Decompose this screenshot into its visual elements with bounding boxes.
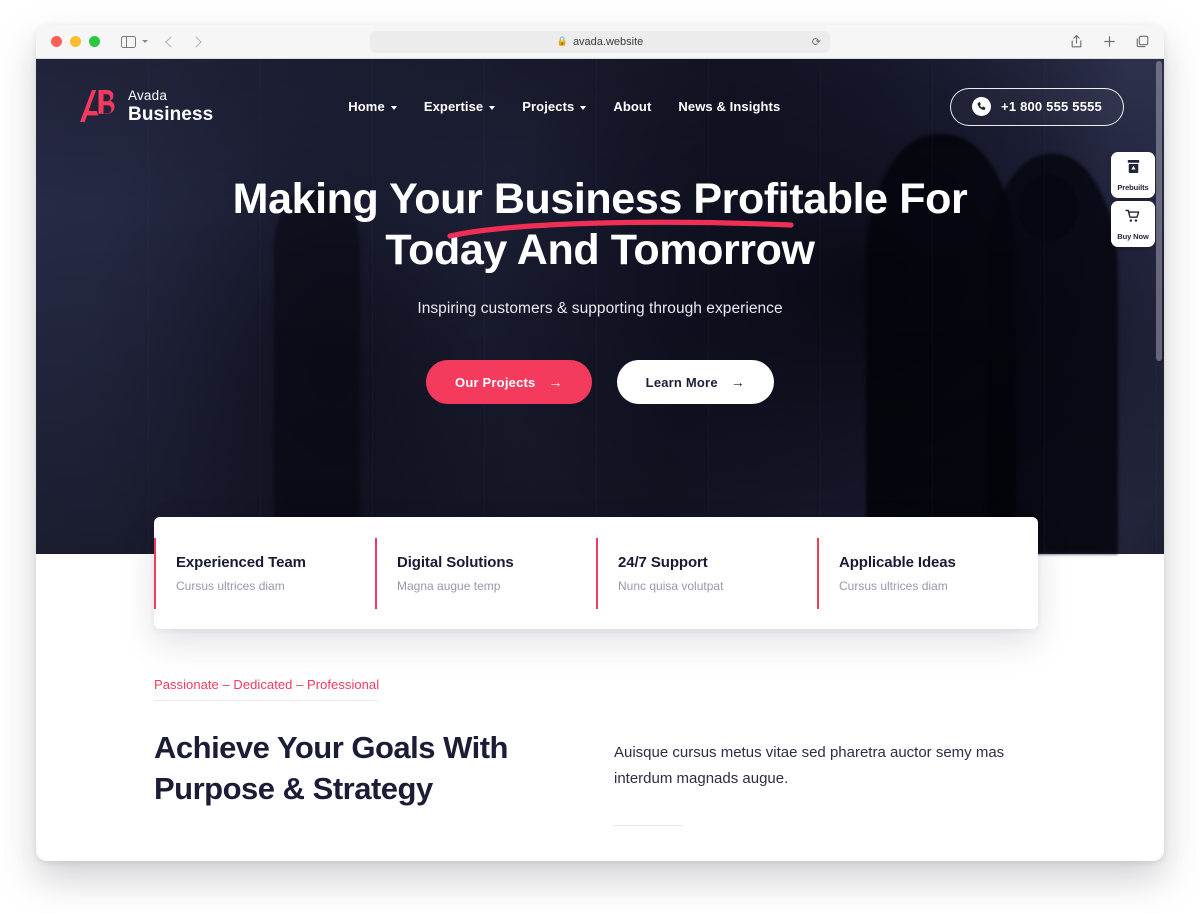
section-paragraph: Auisque cursus metus vitae sed pharetra … <box>614 744 1005 787</box>
feature-title: 24/7 Support <box>618 553 708 571</box>
feature-item-digital-solutions[interactable]: Digital Solutions Magna augue temp <box>375 537 596 609</box>
ab-monogram-icon <box>77 89 117 123</box>
lock-icon: 🔒 <box>556 36 568 46</box>
page-viewport: Avada Business Home Expertise Projects A… <box>36 59 1164 861</box>
plus-icon[interactable] <box>1102 34 1117 49</box>
feature-subtitle: Cursus ultrices diam <box>839 578 948 593</box>
main-navigation: Home Expertise Projects About News & Ins… <box>348 99 780 114</box>
logo-text: Avada Business <box>128 88 213 125</box>
close-window-button[interactable] <box>51 36 62 47</box>
content-right-column: Auisque cursus metus vitae sed pharetra … <box>614 727 1014 826</box>
forward-chevron-icon[interactable] <box>190 35 202 48</box>
arrow-right-icon: → <box>548 374 563 391</box>
buy-now-button[interactable]: Buy Now <box>1111 201 1155 247</box>
nav-item-projects[interactable]: Projects <box>522 99 587 114</box>
back-chevron-icon[interactable] <box>165 35 177 48</box>
feature-card: Experienced Team Cursus ultrices diam Di… <box>154 517 1038 629</box>
url-text: avada.website <box>572 35 644 48</box>
phone-icon <box>972 97 992 116</box>
feature-item-support[interactable]: 24/7 Support Nunc quisa volutpat <box>596 537 817 609</box>
hero-section: Avada Business Home Expertise Projects A… <box>36 59 1164 554</box>
reload-icon[interactable]: ⟳ <box>812 35 821 48</box>
section-title-line-1: Achieve Your Goals With <box>154 730 509 765</box>
buy-now-label: Buy Now <box>1117 231 1149 241</box>
feature-subtitle: Magna augue temp <box>397 578 501 593</box>
prebuilts-box-icon <box>1125 158 1142 180</box>
nav-item-home[interactable]: Home <box>348 99 397 114</box>
sidebar-toggle-button[interactable] <box>121 35 148 48</box>
section-eyebrow: Passionate – Dedicated – Professional <box>154 677 380 701</box>
feature-item-applicable-ideas[interactable]: Applicable Ideas Cursus ultrices diam <box>817 537 1038 609</box>
nav-item-news-insights[interactable]: News & Insights <box>678 99 780 114</box>
nav-label: Home <box>348 99 385 114</box>
zoom-window-button[interactable] <box>89 36 100 47</box>
traffic-lights <box>51 36 100 47</box>
phone-number-label: +1 800 555 5555 <box>1001 99 1102 114</box>
browser-window: 🔒 avada.website ⟳ Avada Business Home Ex… <box>36 25 1164 861</box>
logo-line-1: Avada <box>128 88 168 104</box>
nav-label: News & Insights <box>678 99 781 114</box>
prebuilts-button[interactable]: Prebuilts <box>1111 152 1155 198</box>
nav-item-about[interactable]: About <box>613 99 651 114</box>
chevron-down-icon <box>489 105 496 110</box>
address-bar[interactable]: 🔒 avada.website ⟳ <box>370 30 830 53</box>
site-header: Avada Business Home Expertise Projects A… <box>36 59 1164 154</box>
nav-label: Expertise <box>423 99 484 114</box>
content-left-column: Achieve Your Goals With Purpose & Strate… <box>154 727 614 826</box>
share-icon[interactable] <box>1069 34 1084 49</box>
our-projects-button[interactable]: Our Projects → <box>426 360 592 405</box>
feature-item-experienced-team[interactable]: Experienced Team Cursus ultrices diam <box>154 537 375 609</box>
minimize-window-button[interactable] <box>70 36 81 47</box>
phone-button[interactable]: +1 800 555 5555 <box>950 87 1124 126</box>
content-grid: Achieve Your Goals With Purpose & Strate… <box>154 727 1164 826</box>
shopping-cart-icon <box>1124 208 1142 229</box>
divider <box>614 824 682 826</box>
feature-title: Experienced Team <box>176 553 306 571</box>
hero-cta-row: Our Projects → Learn More → <box>36 360 1164 405</box>
side-widget: Prebuilts Buy Now <box>1111 152 1155 247</box>
logo-line-2: Business <box>128 103 214 125</box>
hero-subheadline: Inspiring customers & supporting through… <box>417 300 783 318</box>
hero-headline: Making Your Business Profitable For Toda… <box>233 174 968 275</box>
learn-more-button[interactable]: Learn More → <box>616 360 774 405</box>
nav-arrows <box>165 35 202 48</box>
arrow-right-icon: → <box>730 374 745 391</box>
sidebar-toggle-icon <box>121 35 136 48</box>
headline-line-1: Making Your Business Profitable For <box>232 175 968 223</box>
feature-subtitle: Cursus ultrices diam <box>176 578 285 593</box>
section-title: Achieve Your Goals With Purpose & Strate… <box>154 727 614 809</box>
feature-subtitle: Nunc quisa volutpat <box>618 578 724 593</box>
tab-overview-icon[interactable] <box>1135 34 1150 49</box>
toolbar-actions <box>1069 34 1150 49</box>
section-title-line-2: Purpose & Strategy <box>154 771 433 807</box>
chevron-down-icon <box>390 105 397 110</box>
feature-title: Applicable Ideas <box>839 553 956 571</box>
nav-label: Projects <box>522 99 575 114</box>
button-label: Our Projects <box>455 374 536 390</box>
site-logo[interactable]: Avada Business <box>77 88 213 125</box>
chevron-down-icon <box>580 105 587 110</box>
nav-label: About <box>613 99 652 114</box>
nav-item-expertise[interactable]: Expertise <box>423 99 496 114</box>
headline-line-2: Today And Tomorrow <box>385 225 815 274</box>
button-label: Learn More <box>645 374 718 390</box>
browser-toolbar: 🔒 avada.website ⟳ <box>36 25 1164 59</box>
chevron-down-icon <box>142 40 148 43</box>
prebuilts-label: Prebuilts <box>1117 183 1149 192</box>
feature-title: Digital Solutions <box>397 553 514 571</box>
hero-content: Making Your Business Profitable For Toda… <box>36 154 1164 405</box>
